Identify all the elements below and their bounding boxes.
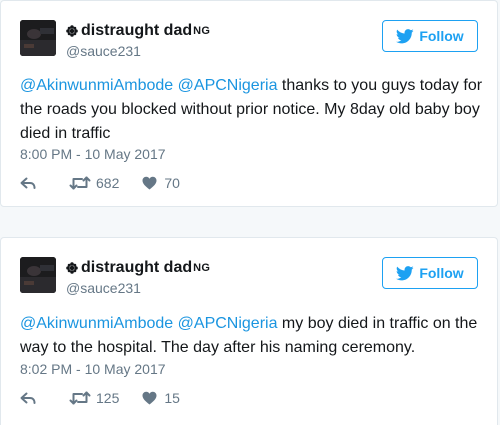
like-button[interactable] — [142, 176, 158, 190]
tweet-text: @AkinwunmiAmbode @APCNigeria my boy died… — [20, 312, 485, 360]
flower-icon — [66, 25, 78, 37]
author-block: distraught dad NG @sauce231 — [66, 258, 210, 297]
like-count: 70 — [164, 175, 180, 191]
retweet-button[interactable] — [69, 176, 91, 190]
heart-icon — [142, 176, 157, 190]
reply-button[interactable] — [20, 177, 38, 190]
mention-link[interactable]: @AkinwunmiAmbode — [20, 77, 173, 94]
reply-button[interactable] — [20, 392, 38, 405]
twitter-bird-icon — [396, 265, 415, 280]
tweet-timestamp[interactable]: 8:02 PM - 10 May 2017 — [20, 361, 166, 377]
tweet-actions: 682 70 — [20, 174, 180, 192]
retweet-count: 682 — [96, 175, 120, 191]
twitter-bird-icon — [396, 28, 415, 43]
retweet-count: 125 — [96, 390, 120, 406]
avatar[interactable] — [20, 257, 56, 293]
author-block: distraught dad NG @sauce231 — [66, 21, 210, 60]
tweet-timestamp[interactable]: 8:00 PM - 10 May 2017 — [20, 146, 166, 162]
like-button[interactable] — [142, 391, 158, 405]
author-handle[interactable]: @sauce231 — [66, 279, 210, 297]
reply-icon — [20, 392, 36, 404]
flower-icon — [66, 262, 78, 274]
tweet-text: @AkinwunmiAmbode @APCNigeria thanks to y… — [20, 74, 485, 146]
author-handle[interactable]: @sauce231 — [66, 42, 210, 60]
author-name-row[interactable]: distraught dad NG — [66, 21, 210, 41]
follow-button[interactable]: Follow — [382, 257, 478, 289]
tweet-header: distraught dad NG @sauce231 Follow — [20, 20, 478, 60]
mention-link[interactable]: @APCNigeria — [178, 77, 278, 94]
retweet-icon — [69, 176, 91, 190]
tweet-actions: 125 15 — [20, 389, 180, 407]
tweet-card: distraught dad NG @sauce231 Follow @Akinw… — [0, 0, 498, 207]
tweet-header: distraught dad NG @sauce231 Follow — [20, 257, 478, 297]
author-name-row[interactable]: distraught dad NG — [66, 258, 210, 278]
mention-link[interactable]: @AkinwunmiAmbode — [20, 315, 173, 332]
follow-button[interactable]: Follow — [382, 20, 478, 52]
follow-label: Follow — [419, 28, 464, 44]
reply-icon — [20, 177, 36, 189]
like-count: 15 — [164, 390, 180, 406]
avatar[interactable] — [20, 20, 56, 56]
retweet-button[interactable] — [69, 391, 91, 405]
retweet-icon — [69, 391, 91, 405]
country-badge: NG — [193, 25, 211, 37]
follow-label: Follow — [419, 265, 464, 281]
country-badge: NG — [193, 262, 211, 274]
author-name[interactable]: distraught dad — [81, 258, 192, 278]
mention-link[interactable]: @APCNigeria — [178, 315, 278, 332]
heart-icon — [142, 391, 157, 405]
tweet-card: distraught dad NG @sauce231 Follow @Akinw… — [0, 237, 498, 425]
author-name[interactable]: distraught dad — [81, 21, 192, 41]
